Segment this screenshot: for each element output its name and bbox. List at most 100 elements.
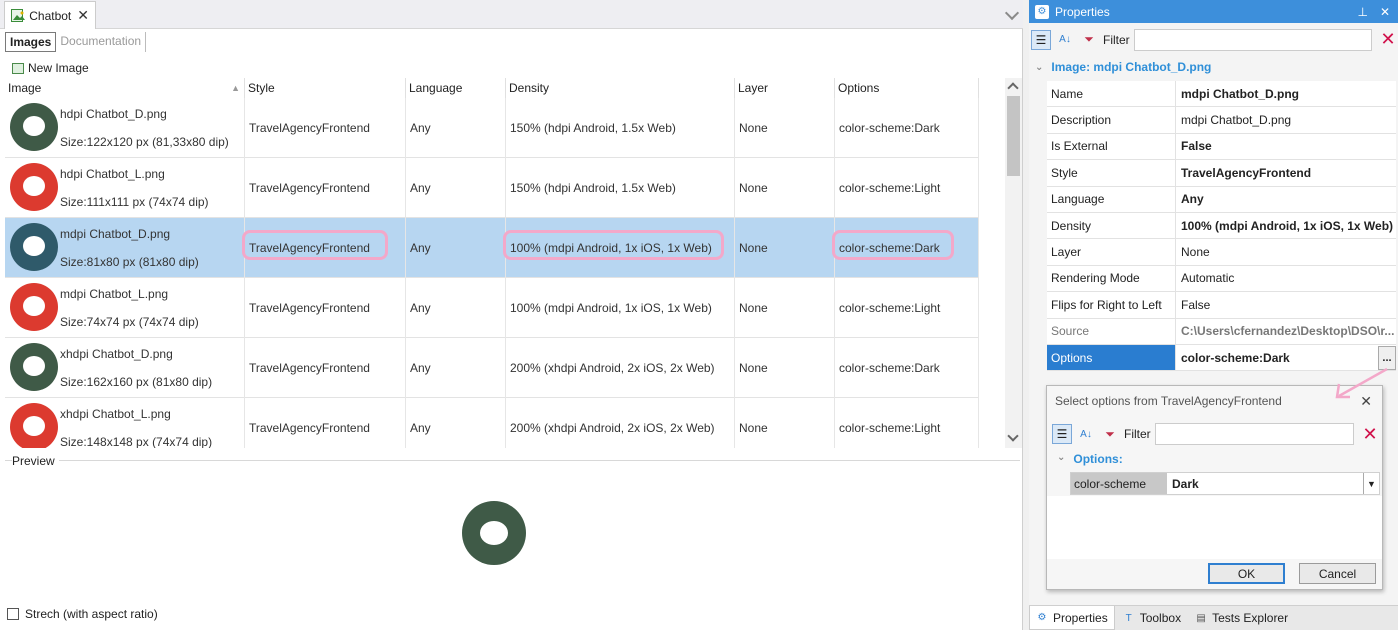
table-row[interactable]: mdpi Chatbot_D.png Size:81x80 px (81x80 d… — [5, 218, 979, 278]
image-name: mdpi Chatbot_L.png — [60, 287, 169, 301]
clear-filter-icon[interactable]: ✕ — [1378, 29, 1398, 50]
stretch-checkbox[interactable] — [7, 608, 19, 620]
sort-alpha-icon[interactable]: A↓ — [1055, 30, 1075, 50]
popup-categorized-icon[interactable]: ☰ — [1052, 424, 1072, 444]
layer-cell: None — [735, 398, 835, 448]
tab-documentation[interactable]: Documentation — [56, 31, 147, 52]
pin-icon[interactable]: ⊥ — [1357, 5, 1367, 19]
language-cell: Any — [406, 338, 506, 398]
property-value[interactable]: False — [1181, 298, 1210, 312]
property-value-cell: Automatic — [1176, 266, 1396, 291]
property-value[interactable]: None — [1181, 245, 1210, 259]
option-value-select[interactable]: Dark — [1167, 473, 1363, 494]
table-row[interactable]: hdpi Chatbot_L.png Size:111x111 px (74x74… — [5, 158, 979, 218]
categorized-view-icon[interactable]: ☰ — [1031, 29, 1051, 50]
option-row-color-scheme[interactable]: color-scheme Dark ▼ — [1070, 472, 1380, 495]
popup-sort-alpha-icon[interactable]: A↓ — [1076, 424, 1096, 444]
property-row-style[interactable]: Style TravelAgencyFrontend — [1047, 160, 1396, 187]
column-header-layer[interactable]: Layer — [735, 78, 835, 98]
property-row-source[interactable]: Source C:\Users\cfernandez\Desktop\DSO\r.… — [1047, 318, 1396, 345]
property-row-name[interactable]: Name mdpi Chatbot_D.png — [1047, 81, 1396, 108]
chatbot-thumbnail — [10, 343, 58, 391]
grid-scrollbar[interactable] — [1005, 78, 1022, 448]
column-header-language[interactable]: Language — [406, 78, 506, 98]
scroll-up-icon[interactable] — [1007, 82, 1019, 94]
tests-explorer-icon: ▤ — [1196, 612, 1206, 624]
property-value[interactable]: False — [1181, 139, 1212, 153]
table-row[interactable]: xhdpi Chatbot_L.png Size:148x148 px (74x7… — [5, 398, 979, 448]
ok-button[interactable]: OK — [1208, 563, 1285, 584]
filter-icon[interactable]: ⏷ — [1079, 30, 1099, 50]
options-cell: color-scheme:Light — [835, 278, 979, 338]
chevron-down-icon[interactable] — [1004, 5, 1020, 21]
popup-group-header[interactable]: ⌄ Options: — [1057, 452, 1123, 466]
language-cell: Any — [406, 98, 506, 158]
property-row-description[interactable]: Description mdpi Chatbot_D.png — [1047, 107, 1396, 134]
language-cell: Any — [406, 398, 506, 448]
popup-clear-filter-icon[interactable]: ✕ — [1360, 424, 1380, 445]
tab-tests-explorer[interactable]: ▤ Tests Explorer — [1189, 606, 1294, 630]
tab-images[interactable]: Images — [5, 31, 57, 52]
close-panel-icon[interactable]: ✕ — [1380, 5, 1390, 19]
properties-group-header[interactable]: ⌄ Image: mdpi Chatbot_D.png — [1035, 60, 1211, 74]
column-header-label: Image — [8, 81, 42, 95]
properties-filter-input[interactable] — [1133, 28, 1372, 51]
property-value[interactable]: Any — [1181, 192, 1204, 206]
property-row-is-external[interactable]: Is External False — [1047, 133, 1396, 161]
property-value[interactable]: color-scheme:Dark — [1181, 351, 1290, 365]
property-row-layer[interactable]: Layer None — [1047, 239, 1396, 266]
property-row-flips-for-right-to-left[interactable]: Flips for Right to Left False — [1047, 292, 1396, 319]
stretch-checkbox-row[interactable]: Strech (with aspect ratio) — [7, 607, 158, 621]
popup-body — [1047, 496, 1382, 559]
properties-title: Properties — [1055, 4, 1110, 19]
highlight-annotation — [242, 230, 388, 260]
table-row[interactable]: xhdpi Chatbot_D.png Size:162x160 px (81x8… — [5, 338, 979, 398]
images-grid: Image ▲ Style Language Density Layer Opti… — [5, 78, 979, 448]
column-header-image[interactable]: Image ▲ — [5, 78, 245, 98]
property-value[interactable]: C:\Users\cfernandez\Desktop\DSO\r... — [1181, 324, 1394, 338]
pointer-arrow-annotation — [1335, 367, 1388, 399]
density-cell: 150% (hdpi Android, 1.5x Web) — [506, 158, 735, 218]
toolbox-icon: T — [1125, 612, 1132, 624]
tab-toolbox-label: Toolbox — [1139, 611, 1182, 625]
column-header-options[interactable]: Options — [835, 78, 979, 98]
dropdown-chevron-icon[interactable]: ▼ — [1363, 473, 1379, 494]
popup-filter-input[interactable] — [1154, 423, 1354, 445]
table-row[interactable]: mdpi Chatbot_L.png Size:74x74 px (74x74 d… — [5, 278, 979, 338]
select-options-popup: Select options from TravelAgencyFrontend… — [1046, 385, 1383, 590]
properties-toolbar: ☰ A↓ ⏷ Filter ✕ — [1029, 27, 1398, 52]
close-tab-icon[interactable]: ✕ — [77, 7, 89, 24]
highlight-annotation — [503, 230, 724, 260]
property-value[interactable]: mdpi Chatbot_D.png — [1181, 87, 1299, 101]
chatbot-thumbnail — [10, 223, 58, 271]
property-value[interactable]: 100% (mdpi Android, 1x iOS, 1x Web) — [1181, 219, 1393, 233]
image-size: Size:81x80 px (81x80 dip) — [60, 255, 199, 269]
popup-collapse-icon[interactable]: ⌄ — [1057, 452, 1065, 466]
layer-cell: None — [735, 218, 835, 278]
column-header-density[interactable]: Density — [506, 78, 735, 98]
tab-toolbox[interactable]: T Toolbox — [1117, 606, 1187, 630]
scrollbar-thumb[interactable] — [1007, 96, 1020, 176]
property-row-density[interactable]: Density 100% (mdpi Android, 1x iOS, 1x We… — [1047, 212, 1396, 240]
image-cell: xhdpi Chatbot_L.png Size:148x148 px (74x7… — [5, 398, 245, 448]
property-row-rendering-mode[interactable]: Rendering Mode Automatic — [1047, 265, 1396, 293]
property-key: Density — [1047, 212, 1176, 239]
properties-gear-icon: ⚙ — [1035, 4, 1049, 19]
property-value[interactable]: Automatic — [1181, 271, 1234, 285]
cancel-button[interactable]: Cancel — [1299, 563, 1376, 584]
tab-properties[interactable]: ⚙ Properties — [1029, 606, 1115, 630]
image-cell: hdpi Chatbot_D.png Size:122x120 px (81,33… — [5, 98, 245, 158]
property-value[interactable]: TravelAgencyFrontend — [1181, 166, 1311, 180]
property-value-cell: C:\Users\cfernandez\Desktop\DSO\r... — [1176, 319, 1396, 344]
document-tab-chatbot[interactable]: Chatbot ✕ — [4, 1, 96, 29]
property-row-language[interactable]: Language Any — [1047, 186, 1396, 213]
collapse-chevron-icon[interactable]: ⌄ — [1035, 62, 1043, 73]
table-row[interactable]: hdpi Chatbot_D.png Size:122x120 px (81,33… — [5, 98, 979, 158]
options-cell: color-scheme:Light — [835, 158, 979, 218]
new-image-button[interactable]: New Image — [28, 61, 89, 75]
scroll-down-icon[interactable] — [1007, 430, 1019, 442]
image-size: Size:148x148 px (74x74 dip) — [60, 435, 213, 448]
popup-filter-icon[interactable]: ⏷ — [1100, 424, 1120, 444]
property-value[interactable]: mdpi Chatbot_D.png — [1181, 113, 1291, 127]
column-header-style[interactable]: Style — [245, 78, 406, 98]
